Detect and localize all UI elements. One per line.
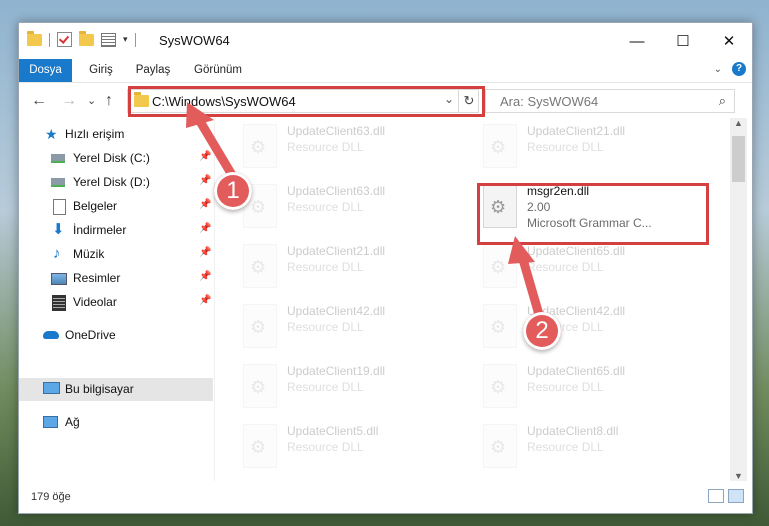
step-2-badge: 2 (523, 312, 561, 350)
step-1-badge: 1 (214, 172, 252, 210)
annotation-arrows (186, 102, 545, 323)
arrow-to-file-icon (508, 236, 545, 323)
